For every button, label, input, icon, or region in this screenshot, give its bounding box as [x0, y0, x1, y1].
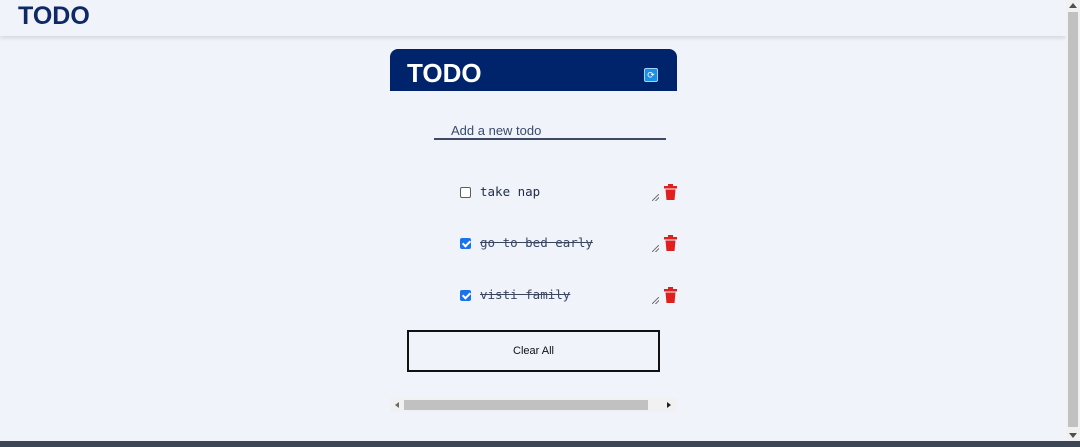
todo-text[interactable]: go to bed early: [480, 235, 593, 250]
clear-all-button[interactable]: Clear All: [407, 330, 660, 372]
todo-checkbox[interactable]: [460, 238, 471, 249]
vertical-scrollbar-thumb[interactable]: [1068, 12, 1078, 427]
scroll-right-arrow-icon[interactable]: [667, 402, 671, 408]
todo-card-header: TODO ⟳: [390, 49, 677, 91]
horizontal-scrollbar[interactable]: [390, 398, 677, 412]
horizontal-scrollbar-thumb[interactable]: [404, 400, 648, 410]
todo-item: take nap: [456, 181, 681, 221]
refresh-icon[interactable]: ⟳: [644, 68, 658, 82]
todo-text[interactable]: visti family: [480, 287, 570, 302]
trash-icon[interactable]: [664, 235, 677, 251]
todo-checkbox[interactable]: [460, 187, 471, 198]
resize-grip-icon[interactable]: [652, 245, 659, 252]
scroll-up-arrow-icon[interactable]: [1069, 3, 1077, 8]
top-bar: TODO: [0, 0, 1066, 36]
resize-grip-icon[interactable]: [652, 194, 659, 201]
card-title: TODO: [407, 58, 482, 88]
bottom-strip: [0, 441, 1080, 447]
app-title: TODO: [18, 2, 90, 30]
todo-item: go to bed early: [456, 232, 681, 272]
resize-grip-icon[interactable]: [652, 297, 659, 304]
new-todo-input[interactable]: [434, 122, 666, 140]
todo-item: visti family: [456, 284, 681, 324]
trash-icon[interactable]: [664, 184, 677, 200]
vertical-scrollbar[interactable]: [1066, 0, 1080, 441]
todo-checkbox[interactable]: [460, 290, 471, 301]
todo-text[interactable]: take nap: [480, 184, 540, 199]
trash-icon[interactable]: [664, 287, 677, 303]
scroll-left-arrow-icon[interactable]: [395, 402, 399, 408]
scroll-down-arrow-icon[interactable]: [1069, 433, 1077, 438]
